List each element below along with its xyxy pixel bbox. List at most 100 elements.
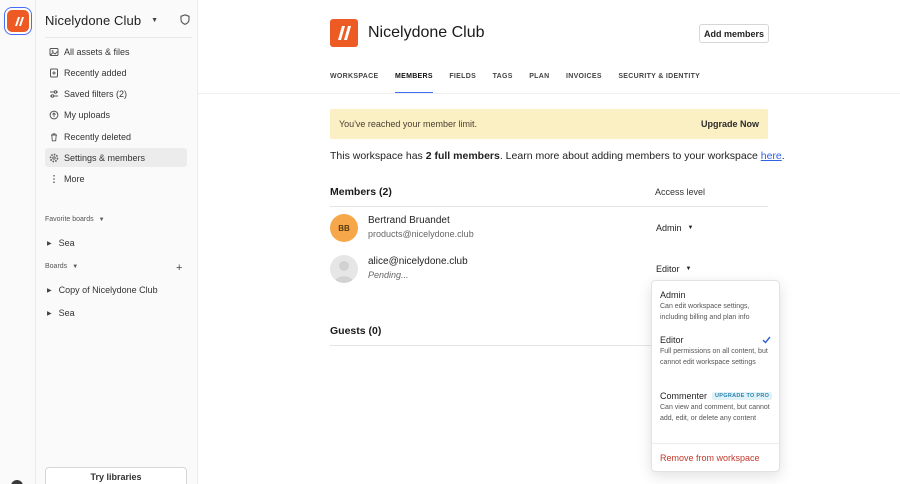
recently-added-icon [49, 68, 59, 78]
access-level-header: Access level [655, 187, 706, 197]
chevron-down-icon: ▼ [72, 263, 79, 270]
member-row: BB Bertrand Bruandet products@nicelydone… [330, 214, 768, 244]
sidebar-item-all-assets[interactable]: All assets & files [45, 42, 187, 61]
sidebar-item-label: Recently deleted [64, 131, 132, 142]
board-label: Copy of Nicelydone Club [58, 285, 158, 295]
add-board-icon[interactable]: + [176, 262, 182, 274]
sidebar-item-label: More [64, 174, 85, 185]
sidebar-item-label: My uploads [64, 110, 111, 121]
expand-triangle-icon[interactable]: ▶ [47, 287, 52, 294]
learn-more-link[interactable]: here [761, 150, 782, 162]
app-rail [0, 0, 36, 484]
board-label: Sea [58, 308, 75, 318]
main-content: Nicelydone Club Add members WORKSPACE ME… [198, 0, 900, 484]
shield-icon[interactable] [180, 12, 190, 30]
access-option-admin[interactable]: Admin Can edit workspace settings, inclu… [660, 290, 774, 323]
info-suffix: . [781, 150, 785, 162]
boards-label: Boards [45, 263, 68, 270]
page-title: Nicelydone Club [368, 24, 485, 41]
sidebar-item-more[interactable]: More [45, 170, 187, 189]
divider [330, 206, 768, 207]
option-title: Admin [660, 290, 686, 300]
guests-header: Guests (0) [330, 325, 382, 337]
sidebar: Nicelydone Club ▼ All assets & files Rec… [36, 0, 198, 484]
add-members-button[interactable]: Add members [699, 24, 769, 43]
assets-icon [49, 47, 59, 57]
info-bold: 2 full members [425, 150, 500, 162]
info-middle: . Learn more about adding members to you… [499, 150, 761, 162]
settings-tabs: WORKSPACE MEMBERS FIELDS TAGS PLAN INVOI… [330, 73, 717, 94]
chevron-down-icon: ▼ [685, 266, 692, 272]
sidebar-item-recently-added[interactable]: Recently added [45, 63, 187, 82]
sidebar-item-saved-filters[interactable]: Saved filters (2) [45, 85, 187, 104]
sidebar-item-my-uploads[interactable]: My uploads [45, 106, 187, 125]
members-header: Members (2) [330, 186, 392, 198]
tab-fields[interactable]: FIELDS [449, 73, 476, 94]
option-title: Commenter [660, 391, 708, 401]
divider [198, 93, 900, 94]
workspace-switcher[interactable]: Nicelydone Club ▼ [45, 11, 190, 29]
sidebar-item-settings-members[interactable]: Settings & members [45, 148, 187, 168]
board-item[interactable]: ▶ Copy of Nicelydone Club [47, 285, 158, 295]
access-option-editor[interactable]: Editor Full permissions on all content, … [660, 335, 774, 368]
upgrade-now-link[interactable]: Upgrade Now [701, 119, 759, 129]
board-label: Sea [58, 238, 75, 248]
filters-icon [49, 89, 59, 99]
workspace-logo-icon[interactable] [7, 10, 29, 32]
tab-invoices[interactable]: INVOICES [566, 73, 602, 94]
tab-workspace[interactable]: WORKSPACE [330, 73, 378, 94]
option-description: Full permissions on all content, but can… [660, 348, 768, 366]
sidebar-item-label: Settings & members [64, 152, 146, 163]
member-info-text: This workspace has 2 full members. Learn… [330, 150, 785, 162]
chevron-down-icon: ▼ [687, 225, 694, 231]
workspace-logo-icon [330, 19, 358, 47]
member-name: Bertrand Bruandet [368, 215, 450, 226]
favorite-boards-toggle[interactable]: Favorite boards ▼ [45, 216, 105, 223]
member-email: products@nicelydone.club [368, 229, 474, 239]
expand-triangle-icon[interactable]: ▶ [47, 310, 52, 317]
avatar [330, 255, 358, 283]
member-name: alice@nicelydone.club [368, 256, 468, 267]
board-item[interactable]: ▶ Sea [47, 308, 75, 318]
tab-security-identity[interactable]: SECURITY & IDENTITY [618, 73, 700, 94]
sidebar-nav: All assets & files Recently added Saved … [45, 42, 187, 191]
option-description: Can edit workspace settings, including b… [660, 303, 750, 321]
gear-icon [49, 153, 59, 163]
divider [45, 37, 192, 38]
tab-members[interactable]: MEMBERS [394, 73, 433, 94]
member-limit-banner: You've reached your member limit. Upgrad… [330, 109, 768, 139]
option-title: Editor [660, 335, 684, 345]
option-description: Can view and comment, but cannot add, ed… [660, 404, 770, 422]
banner-text: You've reached your member limit. [339, 119, 477, 129]
sidebar-item-label: Saved filters (2) [64, 89, 128, 100]
access-level-value: Editor [656, 264, 680, 274]
tab-tags[interactable]: TAGS [493, 73, 513, 94]
try-libraries-button[interactable]: Try libraries [45, 467, 187, 484]
chevron-down-icon: ▼ [151, 16, 159, 24]
trash-icon [49, 132, 59, 142]
check-icon [762, 336, 771, 346]
sidebar-item-label: Recently added [64, 67, 127, 78]
remove-from-workspace-button[interactable]: Remove from workspace [660, 453, 760, 463]
access-level-select[interactable]: Editor ▼ [656, 264, 691, 274]
chevron-down-icon: ▼ [98, 216, 105, 223]
access-option-commenter[interactable]: Commenter UPGRADE TO PRO Can view and co… [660, 391, 774, 424]
favorite-boards-label: Favorite boards [45, 216, 94, 223]
more-icon [49, 174, 59, 184]
expand-triangle-icon[interactable]: ▶ [47, 240, 52, 247]
tab-plan[interactable]: PLAN [529, 73, 549, 94]
help-icon[interactable] [11, 480, 23, 484]
uploads-icon [49, 110, 59, 120]
sidebar-item-recently-deleted[interactable]: Recently deleted [45, 127, 187, 146]
info-prefix: This workspace has [330, 150, 426, 162]
upgrade-to-pro-badge[interactable]: UPGRADE TO PRO [712, 392, 773, 400]
access-level-value: Admin [656, 223, 682, 233]
divider [330, 345, 652, 346]
divider [652, 443, 779, 444]
access-level-select[interactable]: Admin ▼ [656, 223, 693, 233]
boards-toggle[interactable]: Boards ▼ [45, 263, 78, 270]
member-status: Pending... [368, 270, 409, 280]
sidebar-item-label: All assets & files [64, 46, 130, 57]
favorite-board-item[interactable]: ▶ Sea [47, 238, 75, 248]
avatar: BB [330, 214, 358, 242]
